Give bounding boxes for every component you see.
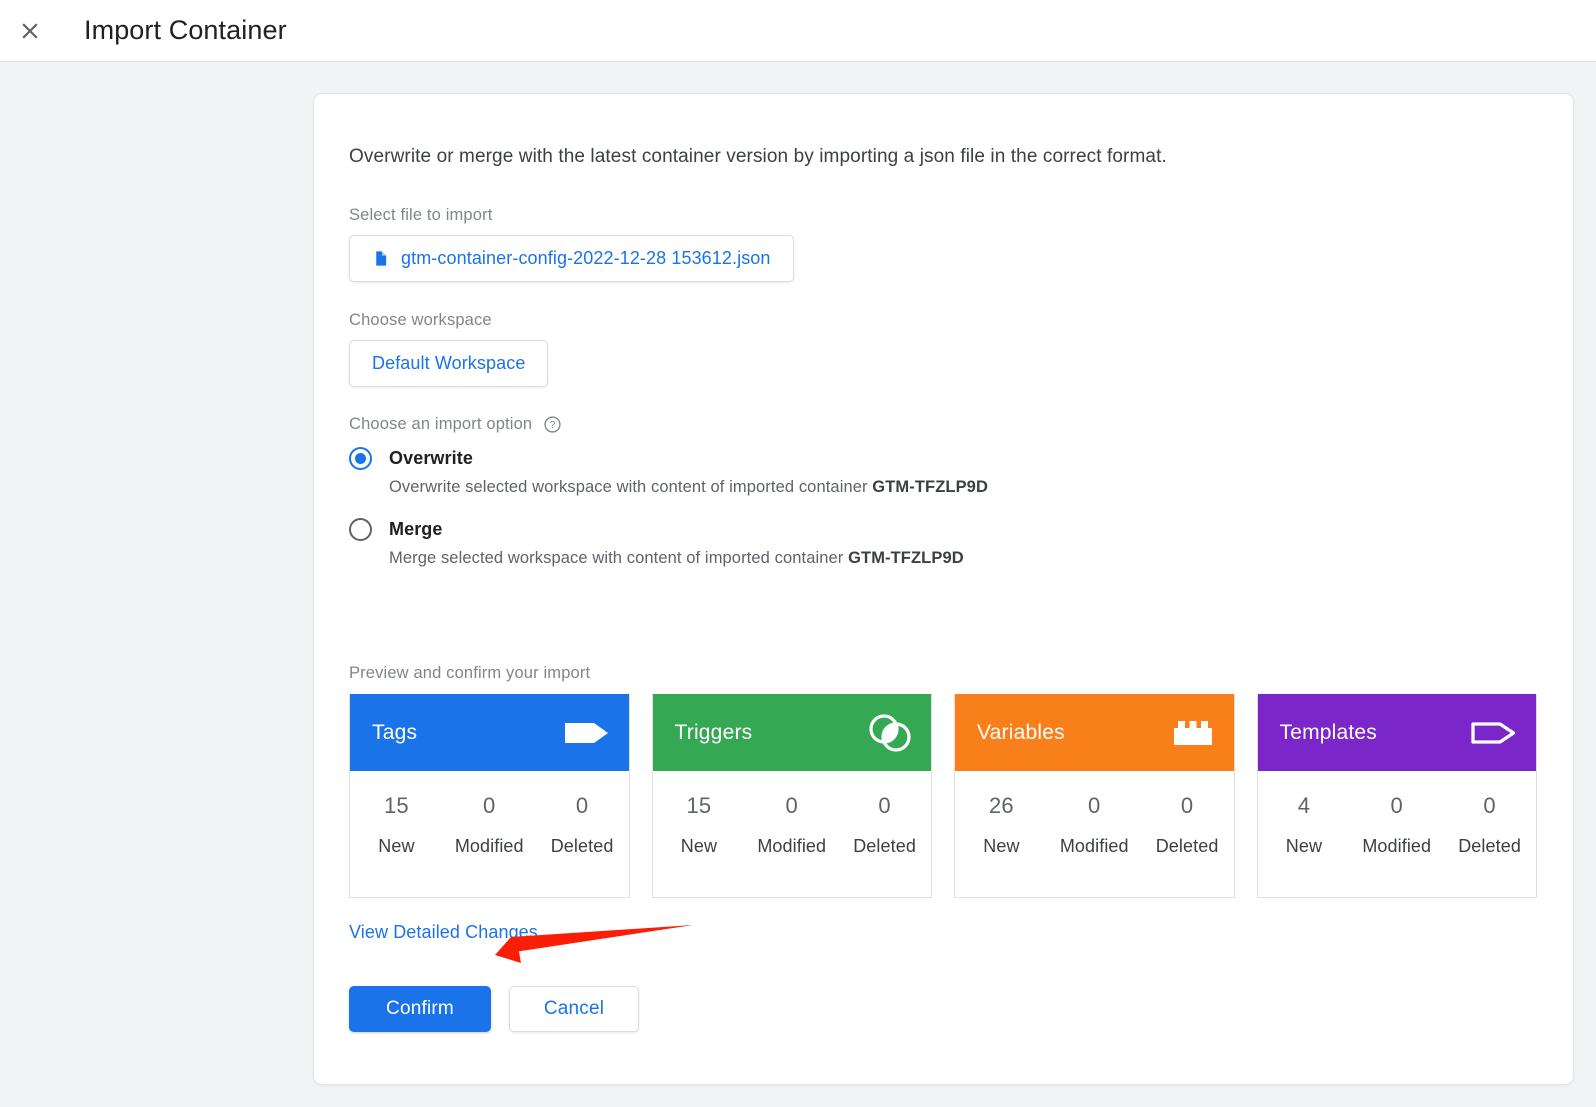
radio-overwrite-description: Overwrite selected workspace with conten…: [389, 478, 1537, 497]
choose-workspace-label: Choose workspace: [349, 311, 492, 329]
page-title: Import Container: [84, 15, 287, 45]
variables-new-label: New: [983, 836, 1020, 856]
tags-deleted-cell: 0 Deleted: [536, 793, 629, 857]
variables-deleted-count: 0: [1180, 793, 1194, 818]
radio-merge-indicator[interactable]: [349, 518, 372, 541]
preview-card-variables-body: 26 New 0 Modified 0 Deleted: [955, 771, 1234, 897]
variables-new-cell: 26 New: [955, 793, 1048, 857]
preview-card-templates[interactable]: Templates 4 New 0 Modified 0 Deleted: [1256, 694, 1537, 898]
templates-new-count: 4: [1297, 793, 1311, 818]
templates-deleted-cell: 0 Deleted: [1443, 793, 1536, 857]
overwrite-desc-text: Overwrite selected workspace with conten…: [389, 478, 873, 496]
triggers-deleted-count: 0: [878, 793, 891, 818]
import-option-merge: Merge Merge selected workspace with cont…: [349, 518, 1537, 568]
triggers-modified-label: Modified: [757, 836, 827, 856]
import-option-section: Choose an import option ? Overwrite Over…: [349, 415, 1537, 568]
tags-new-cell: 15 New: [350, 793, 443, 857]
dialog-header: Import Container: [0, 0, 1596, 62]
variables-new-count: 26: [988, 793, 1014, 818]
tags-new-label: New: [378, 836, 415, 856]
preview-card-triggers-header: Triggers: [652, 694, 931, 771]
preview-card-templates-title: Templates: [1279, 720, 1378, 744]
templates-deleted-count: 0: [1483, 793, 1496, 818]
select-file-label: Select file to import: [349, 206, 493, 224]
radio-merge[interactable]: Merge: [349, 518, 1537, 541]
import-option-overwrite: Overwrite Overwrite selected workspace w…: [349, 447, 1537, 497]
workspace-chip[interactable]: Default Workspace: [349, 340, 549, 387]
preview-card-variables-title: Variables: [977, 720, 1065, 744]
triggers-new-label: New: [680, 836, 718, 856]
brick-icon: [1171, 718, 1215, 748]
selected-file-chip[interactable]: gtm-container-config-2022-12-28 153612.j…: [349, 235, 794, 282]
radio-overwrite-label: Overwrite: [389, 448, 473, 468]
preview-card-templates-header: Templates: [1257, 694, 1536, 771]
close-button[interactable]: [6, 7, 54, 55]
templates-modified-label: Modified: [1362, 836, 1432, 856]
radio-merge-description: Merge selected workspace with content of…: [389, 549, 1537, 568]
merge-desc-text: Merge selected workspace with content of…: [389, 549, 849, 567]
tags-deleted-label: Deleted: [550, 836, 614, 856]
preview-card-variables[interactable]: Variables 26 New 0 Modified 0 Deleted: [954, 694, 1235, 898]
templates-modified-count: 0: [1390, 793, 1403, 818]
view-detailed-changes-link[interactable]: View Detailed Changes: [349, 922, 538, 943]
import-option-label: Choose an import option: [349, 415, 533, 433]
variables-deleted-label: Deleted: [1155, 836, 1219, 856]
preview-card-tags-header: Tags: [350, 694, 629, 771]
svg-text:?: ?: [550, 420, 556, 431]
preview-card-variables-header: Variables: [955, 694, 1234, 771]
merge-container-id: GTM-TFZLP9D: [848, 549, 964, 567]
selected-file-name: gtm-container-config-2022-12-28 153612.j…: [401, 248, 771, 268]
variables-modified-cell: 0 Modified: [1048, 793, 1141, 857]
tag-filled-icon: [563, 717, 610, 749]
confirm-button[interactable]: Confirm: [349, 986, 491, 1032]
tags-modified-label: Modified: [454, 836, 524, 856]
preview-card-triggers-title: Triggers: [674, 720, 753, 744]
variables-modified-count: 0: [1088, 793, 1101, 818]
templates-modified-cell: 0 Modified: [1350, 793, 1443, 857]
tags-new-count: 15: [383, 793, 409, 818]
workspace-section: Choose workspace Default Workspace: [349, 311, 1537, 387]
workspace-name: Default Workspace: [372, 353, 526, 373]
overlapping-circles-icon: [868, 713, 912, 753]
templates-new-cell: 4 New: [1258, 793, 1351, 857]
overwrite-container-id: GTM-TFZLP9D: [872, 478, 988, 496]
triggers-modified-cell: 0 Modified: [745, 793, 838, 857]
intro-text: Overwrite or merge with the latest conta…: [349, 146, 1167, 167]
triggers-new-cell: 15 New: [653, 793, 746, 857]
variables-deleted-cell: 0 Deleted: [1141, 793, 1234, 857]
help-circle-icon[interactable]: ?: [543, 415, 562, 434]
tags-modified-count: 0: [483, 793, 496, 818]
preview-card-tags-title: Tags: [372, 720, 418, 744]
tags-modified-cell: 0 Modified: [443, 793, 536, 857]
preview-label: Preview and confirm your import: [349, 664, 591, 682]
triggers-deleted-label: Deleted: [853, 836, 916, 856]
preview-card-triggers[interactable]: Triggers 15 New 0 Modified 0 Deleted: [651, 694, 932, 898]
preview-card-templates-body: 4 New 0 Modified 0 Deleted: [1258, 771, 1537, 897]
dialog-actions: Confirm Cancel: [349, 986, 1537, 1032]
preview-card-triggers-body: 15 New 0 Modified 0 Deleted: [653, 771, 932, 897]
tag-outline-icon: [1470, 717, 1517, 749]
file-icon: [372, 248, 389, 269]
triggers-modified-count: 0: [785, 793, 798, 818]
templates-deleted-label: Deleted: [1458, 836, 1521, 856]
triggers-deleted-cell: 0 Deleted: [838, 793, 931, 857]
radio-merge-label: Merge: [389, 519, 443, 539]
radio-overwrite-indicator[interactable]: [349, 447, 372, 470]
tags-deleted-count: 0: [575, 793, 589, 818]
preview-card-tags-body: 15 New 0 Modified 0 Deleted: [350, 771, 629, 897]
radio-overwrite[interactable]: Overwrite: [349, 447, 1537, 470]
file-section: Select file to import gtm-container-conf…: [349, 206, 1537, 282]
cancel-button[interactable]: Cancel: [509, 986, 639, 1032]
preview-card-tags[interactable]: Tags 15 New 0 Modified 0 Deleted: [349, 694, 630, 898]
triggers-new-count: 15: [686, 793, 712, 818]
import-container-card: Overwrite or merge with the latest conta…: [313, 93, 1574, 1085]
templates-new-label: New: [1285, 836, 1323, 856]
close-icon: [17, 18, 43, 44]
preview-cards: Tags 15 New 0 Modified 0 Deleted Trigger…: [349, 694, 1537, 898]
variables-modified-label: Modified: [1059, 836, 1129, 856]
